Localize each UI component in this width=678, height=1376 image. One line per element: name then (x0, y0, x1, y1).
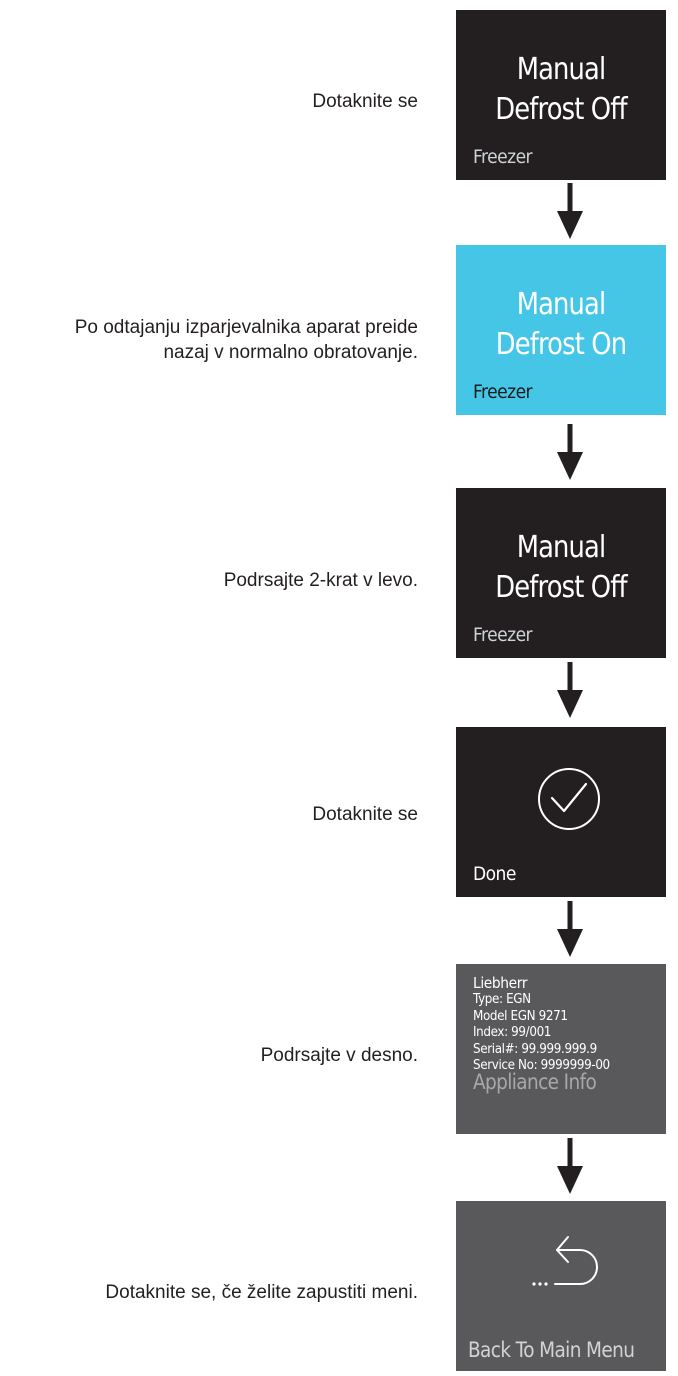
info-model: Model EGN 9271 (473, 1008, 568, 1024)
instruction-step-1: Dotaknite se (312, 91, 418, 112)
step-6-subtitle: Back To Main Menu (468, 1338, 635, 1362)
instruction-step-6: Dotaknite se, če želite zapustiti meni. (105, 1282, 418, 1303)
appliance-info-details: Liebherr Type: EGN Model EGN 9271 Index:… (473, 974, 610, 1075)
step-6-screen[interactable]: Back To Main Menu (456, 1201, 666, 1371)
instruction-step-2-line2: nazaj v normalno obratovanje. (163, 342, 418, 363)
instruction-step-3: Podrsajte 2-krat v levo. (223, 570, 418, 591)
step-3-title-line1: Manual (516, 530, 606, 565)
instruction-step-2: Po odtajanju izparjevalnika aparat preid… (0, 315, 418, 365)
checkmark-circle-icon (538, 768, 600, 830)
step-1-screen[interactable]: Manual Defrost Off Freezer (456, 10, 666, 180)
step-1-subtitle: Freezer (473, 146, 533, 168)
info-index: Index: 99/001 (473, 1025, 552, 1041)
instruction-step-2-line1: Po odtajanju izparjevalnika aparat preid… (74, 317, 418, 338)
down-arrow-icon (557, 901, 583, 957)
step-2-title-line2: Defrost On (495, 327, 627, 362)
down-arrow-icon (557, 424, 583, 480)
step-3-screen[interactable]: Manual Defrost Off Freezer (456, 488, 666, 658)
back-arrow-icon (532, 1236, 598, 1286)
instruction-step-5: Podrsajte v desno. (260, 1045, 418, 1066)
down-arrow-icon (557, 183, 583, 239)
info-brand: Liebherr (473, 974, 528, 992)
step-3-subtitle: Freezer (473, 624, 533, 646)
step-3-title: Manual Defrost Off (471, 528, 652, 608)
step-3-title-line2: Defrost Off (495, 570, 627, 605)
step-1-title: Manual Defrost Off (471, 50, 652, 130)
step-4-screen[interactable]: Done (456, 727, 666, 897)
info-type: Type: EGN (473, 992, 531, 1007)
down-arrow-icon (557, 1138, 583, 1194)
step-1-title-line2: Defrost Off (495, 92, 627, 127)
step-1-title-line1: Manual (516, 52, 606, 87)
step-5-subtitle: Appliance Info (473, 1070, 597, 1094)
step-4-subtitle: Done (473, 863, 516, 885)
step-5-screen[interactable]: Liebherr Type: EGN Model EGN 9271 Index:… (456, 964, 666, 1134)
step-2-title-line1: Manual (516, 287, 606, 322)
instruction-step-4: Dotaknite se (312, 804, 418, 825)
step-2-subtitle: Freezer (473, 381, 533, 403)
step-2-screen[interactable]: Manual Defrost On Freezer (456, 245, 666, 415)
down-arrow-icon (557, 662, 583, 718)
step-2-title: Manual Defrost On (471, 285, 652, 365)
info-serial: Serial#: 99.999.999.9 (473, 1041, 597, 1057)
